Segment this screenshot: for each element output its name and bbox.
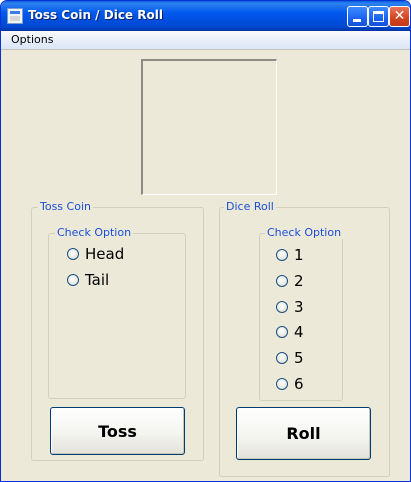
radio-die-4-label: 4 (294, 323, 304, 341)
title-bar[interactable]: Toss Coin / Dice Roll ✕ (1, 1, 410, 31)
radio-die-2-label: 2 (294, 272, 304, 290)
toss-button[interactable]: Toss (50, 407, 185, 455)
close-button[interactable]: ✕ (389, 6, 410, 27)
radio-circle[interactable] (276, 378, 288, 390)
radio-head-label: Head (85, 245, 125, 263)
app-window: Toss Coin / Dice Roll ✕ Options Toss Coi… (0, 0, 411, 482)
radio-die-3[interactable]: 3 (276, 298, 304, 316)
radio-tail-label: Tail (85, 271, 110, 289)
radio-die-1-label: 1 (294, 246, 304, 264)
radio-circle[interactable] (276, 301, 288, 313)
roll-button[interactable]: Roll (236, 407, 371, 460)
minimize-button[interactable] (347, 6, 368, 27)
menu-options[interactable]: Options (11, 33, 53, 46)
close-icon: ✕ (393, 8, 406, 24)
result-picture-box (141, 59, 277, 195)
radio-die-3-label: 3 (294, 298, 304, 316)
radio-die-1[interactable]: 1 (276, 246, 304, 264)
maximize-button[interactable] (368, 6, 389, 27)
radio-die-5[interactable]: 5 (276, 349, 304, 367)
radio-tail[interactable]: Tail (67, 271, 109, 289)
radio-die-5-label: 5 (294, 349, 304, 367)
window-title: Toss Coin / Dice Roll (28, 8, 163, 22)
radio-die-2[interactable]: 2 (276, 272, 304, 290)
toss-check-option-label: Check Option (55, 226, 134, 239)
minimize-icon (353, 19, 361, 22)
radio-die-6-label: 6 (294, 375, 304, 393)
toss-coin-group-label: Toss Coin (38, 200, 93, 213)
menu-bar: Options (1, 31, 410, 50)
radio-circle[interactable] (276, 275, 288, 287)
dice-check-option-label: Check Option (265, 226, 344, 239)
radio-die-6[interactable]: 6 (276, 375, 304, 393)
radio-circle[interactable] (276, 352, 288, 364)
dice-roll-group-label: Dice Roll (224, 200, 276, 213)
radio-die-4[interactable]: 4 (276, 323, 304, 341)
maximize-icon (373, 11, 384, 22)
radio-circle[interactable] (276, 326, 288, 338)
radio-circle[interactable] (276, 249, 288, 261)
radio-circle[interactable] (67, 248, 79, 260)
app-icon[interactable] (7, 8, 23, 24)
radio-head[interactable]: Head (67, 245, 124, 263)
radio-circle[interactable] (67, 274, 79, 286)
